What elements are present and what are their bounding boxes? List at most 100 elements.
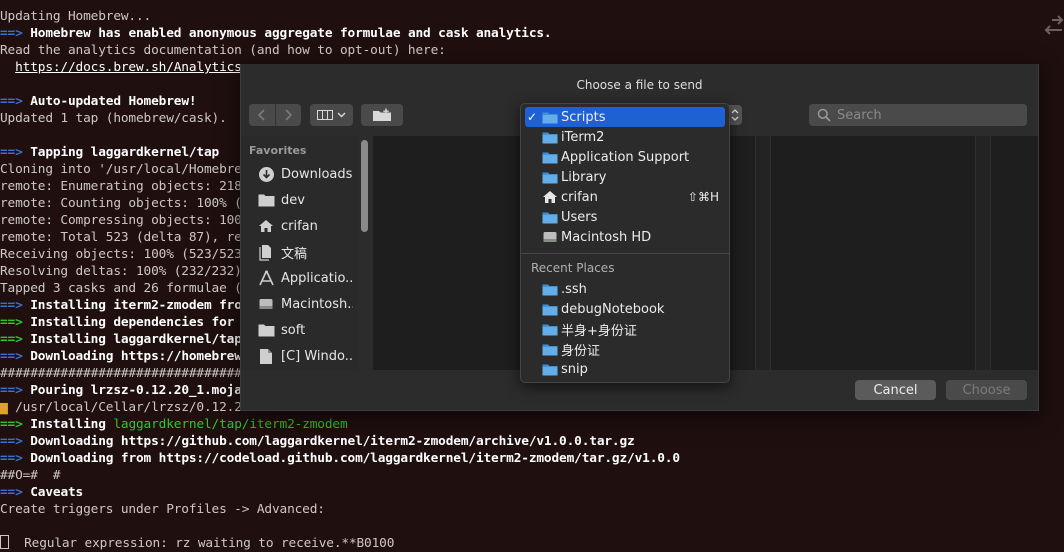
menu-item[interactable]: crifan ⇧⌘H	[525, 187, 725, 207]
dialog-title: Choose a file to send	[576, 78, 703, 92]
menu-item-label: Macintosh HD	[561, 229, 652, 245]
folder-icon	[257, 191, 275, 209]
folder-icon	[541, 321, 558, 338]
menu-item[interactable]: Macintosh HD	[525, 227, 725, 247]
prompt-arrow: ==>	[0, 349, 23, 364]
menu-item[interactable]: 身份证	[525, 339, 725, 359]
view-mode-button[interactable]	[310, 104, 353, 126]
menu-item-label: 半身+身份证	[561, 323, 637, 339]
chevron-right-icon	[285, 109, 293, 121]
menu-item-label: crifan	[561, 189, 598, 205]
sidebar-item[interactable]: Macintosh...	[241, 291, 358, 317]
sidebar-item-label: soft	[281, 322, 306, 338]
menu-item-label: Library	[561, 169, 607, 185]
back-button[interactable]	[249, 104, 276, 126]
prompt-arrow: ==>	[0, 417, 23, 432]
menu-item-label: Application Support	[561, 149, 690, 165]
terminal-line: Regular expression: rz waiting to receiv…	[0, 535, 1064, 552]
cancel-button[interactable]: Cancel	[855, 380, 936, 400]
folder-icon	[541, 341, 558, 358]
prompt-arrow: ==>	[0, 145, 23, 160]
column-view-icon	[317, 110, 333, 120]
sidebar-item[interactable]: [C] Windo...	[241, 343, 358, 369]
folder-icon	[541, 301, 558, 318]
menu-item[interactable]: 半身+身份证	[525, 319, 725, 339]
menu-item-label: 身份证	[561, 343, 601, 359]
prompt-arrow: ==>	[0, 315, 23, 330]
swap-arrows-icon	[1044, 15, 1064, 35]
terminal-line: ==> Downloading https://github.com/lagga…	[0, 434, 635, 449]
search-icon	[817, 108, 831, 122]
terminal-line: Updating Homebrew...	[0, 9, 152, 24]
sidebar-item-label: Downloads	[281, 166, 353, 182]
menu-item-label: Users	[561, 209, 598, 225]
sidebar-item-label: 文稿	[281, 246, 308, 262]
folder-icon	[541, 169, 558, 186]
favorites-header: Favorites	[249, 144, 307, 157]
folder-icon	[541, 129, 558, 146]
checkbox-icon[interactable]	[0, 535, 9, 549]
menu-item[interactable]: Application Support	[525, 147, 725, 167]
prompt-arrow: ==>	[0, 26, 23, 41]
folder-icon	[541, 109, 558, 126]
prompt-arrow: ==>	[0, 485, 23, 500]
sidebar-item[interactable]: crifan	[241, 213, 358, 239]
folder-icon	[541, 361, 558, 378]
terminal-line: ==> Caveats	[0, 485, 84, 500]
chevron-left-icon	[257, 109, 265, 121]
sidebar-item[interactable]: soft	[241, 317, 358, 343]
menu-item-label: snip	[561, 361, 588, 377]
prompt-arrow: ==>	[0, 383, 23, 398]
sidebar-item[interactable]: Downloads	[241, 161, 358, 187]
folder-icon	[257, 321, 275, 339]
up-down-arrows-icon	[731, 109, 739, 121]
new-folder-button[interactable]	[361, 104, 403, 126]
menu-item[interactable]: Users	[525, 207, 725, 227]
home-icon	[257, 217, 275, 235]
menu-item[interactable]: .ssh	[525, 279, 725, 299]
menu-separator	[521, 253, 729, 254]
harddrive-icon	[541, 229, 558, 246]
menu-item-label: Scripts	[561, 109, 606, 125]
prompt-arrow: ==>	[0, 94, 23, 109]
column-divider	[755, 136, 771, 370]
menu-item[interactable]: iTerm2	[525, 127, 725, 147]
terminal-line: Create triggers under Profiles -> Advanc…	[0, 502, 325, 517]
forward-button[interactable]	[276, 104, 302, 126]
sidebar-item[interactable]: 文稿	[241, 239, 358, 265]
sidebar-item[interactable]: Applicatio...	[241, 265, 358, 291]
search-input[interactable]	[835, 106, 1024, 124]
menu-item[interactable]: Library	[525, 167, 725, 187]
favorites-sidebar: Favorites Downloads dev crifan 文稿 Applicatio…	[241, 136, 358, 370]
sidebar-scrollbar[interactable]	[361, 140, 368, 232]
sidebar-item[interactable]: dev	[241, 187, 358, 213]
beer-mug-icon: ▆	[0, 400, 8, 415]
menu-item[interactable]: ✓ Scripts	[525, 107, 725, 127]
search-field[interactable]	[809, 104, 1027, 126]
analytics-link[interactable]: https://docs.brew.sh/Analytics	[15, 60, 242, 75]
sidebar-item-label: crifan	[281, 218, 318, 234]
menu-item-label: debugNotebook	[561, 301, 665, 317]
applications-icon	[257, 269, 275, 287]
prompt-arrow: ==>	[0, 298, 23, 313]
folder-icon	[541, 149, 558, 166]
home-icon	[541, 189, 558, 206]
document-icon	[257, 347, 275, 365]
choose-button[interactable]: Choose	[946, 380, 1027, 400]
terminal-line: ==> Homebrew has enabled anonymous aggre…	[0, 26, 552, 41]
terminal-line: ##O=# #	[0, 468, 61, 483]
prompt-arrow: ==>	[0, 332, 23, 347]
location-popup-stepper[interactable]	[728, 105, 742, 125]
terminal-line: Read the analytics documentation (and ho…	[0, 43, 446, 58]
sidebar-item-label: Macintosh...	[281, 296, 353, 312]
menu-item[interactable]: snip	[525, 359, 725, 379]
menu-item[interactable]: debugNotebook	[525, 299, 725, 319]
chevron-down-icon	[337, 112, 346, 118]
folder-icon	[541, 281, 558, 298]
recent-places-header: Recent Places	[531, 261, 615, 275]
prompt-arrow: ==>	[0, 434, 23, 449]
menu-item-label: iTerm2	[561, 129, 605, 145]
navigation-buttons	[249, 104, 301, 126]
sidebar-item-label: Applicatio...	[281, 270, 353, 286]
